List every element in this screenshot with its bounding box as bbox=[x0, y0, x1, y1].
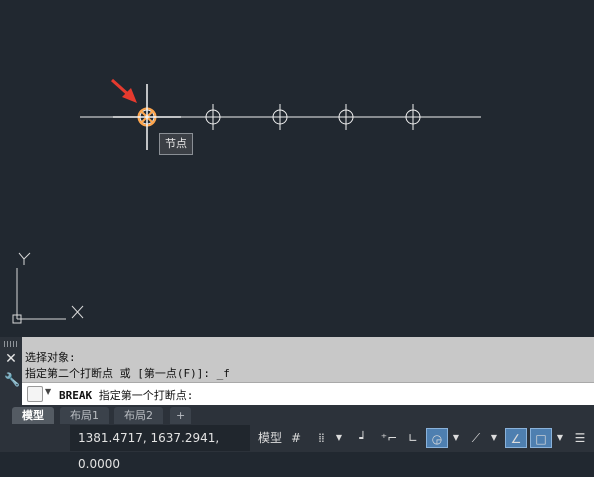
isometric-drafting-icon[interactable]: ⟋ bbox=[465, 428, 487, 448]
add-layout-button[interactable]: + bbox=[170, 407, 192, 424]
command-prompt-icon[interactable] bbox=[27, 386, 43, 402]
command-prompt: 指定第一个打断点: bbox=[92, 389, 194, 402]
chevron-down-icon[interactable]: ▼ bbox=[489, 428, 499, 448]
command-name: BREAK bbox=[59, 389, 93, 402]
layout-tabs: 模型 布局1 布局2 + bbox=[0, 405, 594, 424]
grid-icon[interactable]: # bbox=[287, 428, 305, 448]
chevron-down-icon[interactable]: ▼ bbox=[451, 428, 461, 448]
model-space-button[interactable]: 模型 bbox=[255, 428, 285, 448]
drawing-svg bbox=[12, 78, 481, 324]
coordinate-readout[interactable]: 1381.4717, 1637.2941, 0.0000 bbox=[70, 425, 250, 471]
command-window: ✕ 🔧 选择对象: 指定第二个打断点 或 [第一点(F)]: _f ▼ BREA… bbox=[0, 337, 594, 405]
grip-handle[interactable] bbox=[4, 341, 18, 347]
close-icon[interactable]: ✕ bbox=[4, 351, 18, 367]
ortho-mode-icon[interactable]: ∟ bbox=[403, 428, 423, 448]
dynamic-input-icon[interactable]: ⁺⌐ bbox=[378, 428, 400, 448]
infer-constraints-icon[interactable]: ┙ bbox=[353, 428, 373, 448]
command-sidebar: ✕ 🔧 bbox=[0, 337, 22, 405]
red-arrow-icon bbox=[110, 78, 137, 103]
chevron-down-icon[interactable]: ▼ bbox=[555, 428, 565, 448]
object-snap-tracking-icon[interactable]: ∠ bbox=[505, 428, 527, 448]
tab-layout1[interactable]: 布局1 bbox=[60, 407, 109, 424]
object-snap-icon[interactable]: □ bbox=[530, 428, 552, 448]
tab-layout2[interactable]: 布局2 bbox=[114, 407, 163, 424]
chevron-down-icon[interactable]: ▼ bbox=[334, 428, 344, 448]
command-input[interactable]: ▼ BREAK 指定第一个打断点: bbox=[22, 382, 594, 405]
status-bar: 1381.4717, 1637.2941, 0.0000 模型 # ⁞⁞ ▼ ┙… bbox=[0, 424, 594, 471]
snap-mode-icon[interactable]: ⁞⁞ bbox=[310, 428, 332, 448]
command-prompt-text: BREAK 指定第一个打断点: bbox=[59, 387, 193, 403]
ucs-icon bbox=[12, 252, 84, 324]
customization-menu-icon[interactable]: ☰ bbox=[570, 428, 590, 448]
drawing-canvas[interactable]: 节点 bbox=[0, 0, 594, 337]
snap-tooltip: 节点 bbox=[159, 133, 193, 155]
command-history-line: 指定第二个打断点 或 [第一点(F)]: _f bbox=[25, 367, 230, 380]
chevron-down-icon[interactable]: ▼ bbox=[45, 387, 51, 396]
command-history-line: 选择对象: bbox=[25, 351, 76, 364]
wrench-icon[interactable]: 🔧 bbox=[4, 373, 20, 389]
tab-model[interactable]: 模型 bbox=[12, 407, 54, 424]
polar-tracking-icon[interactable]: ◶ bbox=[426, 428, 448, 448]
